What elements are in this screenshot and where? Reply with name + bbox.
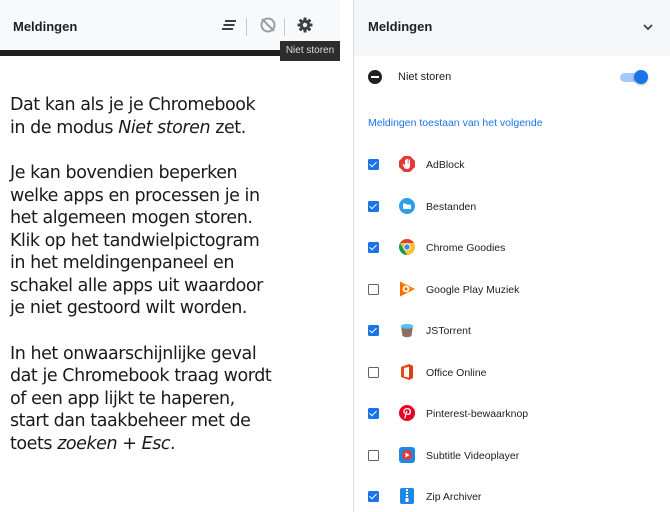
paragraph-2: Je kan bovendien beperken welke apps en … bbox=[10, 162, 348, 320]
checkbox[interactable] bbox=[368, 366, 379, 378]
app-label: Chrome Goodies bbox=[426, 242, 506, 254]
checkbox[interactable] bbox=[368, 242, 379, 253]
list-item[interactable]: Google Play Muziek bbox=[354, 271, 670, 313]
notification-bar-title: Meldingen bbox=[13, 19, 78, 34]
list-item[interactable]: Office Online bbox=[354, 354, 670, 396]
files-icon bbox=[398, 197, 416, 215]
play-music-icon bbox=[398, 280, 416, 298]
emphasis: Esc bbox=[141, 433, 171, 454]
toolbar-divider bbox=[246, 18, 247, 36]
text-line: In het onwaarschijnlijke geval bbox=[10, 343, 257, 364]
app-label: Office Online bbox=[426, 366, 487, 379]
list-item[interactable]: JSTorrent bbox=[354, 312, 670, 354]
app-label: Google Play Muziek bbox=[426, 283, 520, 296]
text-line: zet. bbox=[210, 117, 246, 138]
chrome-icon bbox=[398, 238, 416, 256]
section-label: Meldingen toestaan van het volgende bbox=[368, 117, 543, 129]
text-line: toets bbox=[10, 433, 58, 454]
paragraph-3: In het onwaarschijnlijke geval dat je Ch… bbox=[10, 343, 348, 456]
app-label: JSTorrent bbox=[426, 325, 471, 337]
list-item[interactable]: Zip Archiver bbox=[354, 478, 670, 512]
chevron-down-icon[interactable] bbox=[639, 18, 657, 36]
checkbox[interactable] bbox=[368, 491, 379, 502]
settings-title: Meldingen bbox=[368, 19, 433, 34]
emphasis: zoeken bbox=[57, 433, 118, 454]
text-line: start dan taakbeheer met de bbox=[10, 411, 251, 431]
text-line: je niet gestoord wilt worden. bbox=[10, 298, 248, 318]
office-icon bbox=[398, 363, 416, 381]
zip-archiver-icon bbox=[398, 487, 416, 505]
checkbox[interactable] bbox=[368, 283, 379, 295]
toggle-thumb bbox=[634, 70, 648, 84]
text-line: in de modus bbox=[10, 117, 119, 138]
do-not-disturb-label: Niet storen bbox=[398, 71, 452, 83]
tooltip: Niet storen bbox=[280, 41, 340, 61]
app-label: AdBlock bbox=[426, 159, 465, 171]
app-list: AdBlock Bestanden Chrome Goodies Google … bbox=[354, 146, 670, 512]
app-label: Zip Archiver bbox=[426, 491, 482, 503]
notification-bar-screenshot: Meldingen Niet storen bbox=[0, 0, 340, 62]
toolbar-divider bbox=[284, 18, 285, 36]
checkbox[interactable] bbox=[368, 159, 379, 170]
text-line: Dat kan als je je Chromebook bbox=[10, 95, 256, 115]
do-not-disturb-row[interactable]: Niet storen bbox=[354, 60, 670, 94]
app-label: Pinterest-bewaarknop bbox=[426, 408, 529, 420]
checkbox[interactable] bbox=[368, 408, 379, 419]
text-line: in het meldingenpaneel en bbox=[10, 253, 234, 273]
pinterest-icon bbox=[398, 404, 416, 422]
text-line: het algemeen mogen storen. bbox=[10, 208, 253, 228]
emphasis: Niet storen bbox=[118, 117, 211, 138]
paragraph-1: Dat kan als je je Chromebook in de modus… bbox=[10, 94, 348, 139]
gear-icon[interactable] bbox=[294, 14, 316, 36]
text-line: of een app lijkt te haperen, bbox=[10, 388, 235, 409]
text-line: Klik op het tandwielpictogram bbox=[10, 230, 260, 251]
do-not-disturb-toggle[interactable] bbox=[620, 70, 648, 84]
list-item[interactable]: Subtitle Videoplayer bbox=[354, 437, 670, 479]
text-line: dat je Chromebook traag wordt bbox=[10, 366, 272, 386]
list-item[interactable]: AdBlock bbox=[354, 146, 670, 188]
do-not-disturb-icon[interactable] bbox=[257, 14, 279, 36]
text-line: welke apps en processen je in bbox=[10, 185, 260, 206]
jstorrent-icon bbox=[398, 321, 416, 339]
text-line: schakel alle apps uit waardoor bbox=[10, 275, 263, 296]
adblock-icon bbox=[398, 155, 416, 173]
checkbox[interactable] bbox=[368, 325, 379, 336]
checkbox[interactable] bbox=[368, 449, 379, 461]
do-not-disturb-icon bbox=[368, 70, 382, 84]
article-body: Dat kan als je je Chromebook in de modus… bbox=[10, 94, 348, 478]
text-line: + bbox=[117, 433, 142, 454]
text-line: . bbox=[170, 433, 176, 454]
video-player-icon bbox=[398, 446, 416, 464]
settings-header[interactable]: Meldingen bbox=[354, 0, 670, 56]
app-label: Subtitle Videoplayer bbox=[426, 449, 520, 462]
clear-all-icon[interactable] bbox=[218, 14, 240, 36]
list-item[interactable]: Chrome Goodies bbox=[354, 229, 670, 271]
app-label: Bestanden bbox=[426, 200, 477, 213]
text-line: Je kan bovendien beperken bbox=[10, 163, 238, 183]
checkbox[interactable] bbox=[368, 200, 379, 212]
notification-settings-panel: Meldingen Niet storen Meldingen toestaan… bbox=[353, 0, 670, 512]
list-item[interactable]: Bestanden bbox=[354, 188, 670, 230]
list-item[interactable]: Pinterest-bewaarknop bbox=[354, 395, 670, 437]
